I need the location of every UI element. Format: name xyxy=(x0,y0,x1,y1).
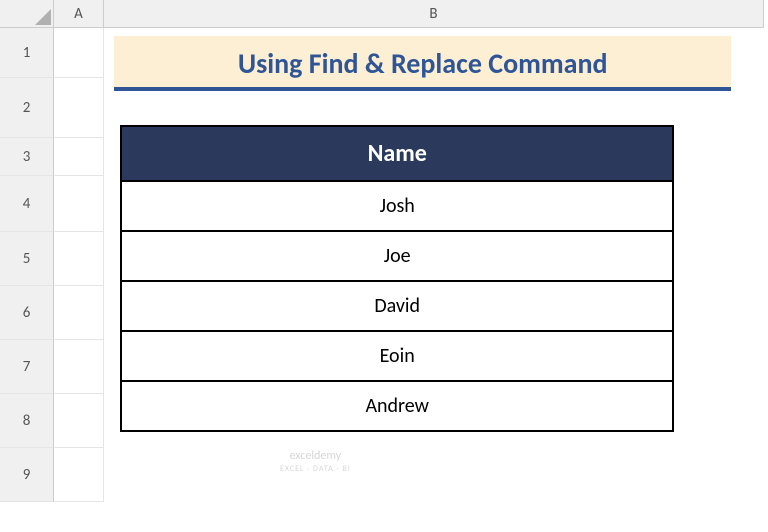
cell-a6[interactable] xyxy=(54,286,104,340)
row-header-7[interactable]: 7 xyxy=(0,340,54,394)
table-header-name[interactable]: Name xyxy=(121,126,673,181)
select-all-triangle-icon xyxy=(35,9,51,25)
page-title: Using Find & Replace Command xyxy=(114,36,731,91)
cell-name-0[interactable]: Josh xyxy=(121,181,673,231)
cell-a2[interactable] xyxy=(54,78,104,138)
names-table: Name Josh Joe David Eoin Andrew xyxy=(120,125,674,432)
row-header-2[interactable]: 2 xyxy=(0,78,54,138)
row-header-5[interactable]: 5 xyxy=(0,232,54,286)
cell-a4[interactable] xyxy=(54,176,104,232)
table-row[interactable]: David xyxy=(121,281,673,331)
table-row[interactable]: Andrew xyxy=(121,381,673,431)
cell-name-4[interactable]: Andrew xyxy=(121,381,673,431)
cell-a3[interactable] xyxy=(54,138,104,176)
cell-name-3[interactable]: Eoin xyxy=(121,331,673,381)
cell-a1[interactable] xyxy=(54,28,104,78)
cell-a9[interactable] xyxy=(54,448,104,502)
row-header-1[interactable]: 1 xyxy=(0,28,54,78)
row-header-8[interactable]: 8 xyxy=(0,394,54,448)
content-region: Using Find & Replace Command Name Josh J… xyxy=(104,28,764,502)
cell-name-1[interactable]: Joe xyxy=(121,231,673,281)
cell-name-2[interactable]: David xyxy=(121,281,673,331)
table-row[interactable]: Josh xyxy=(121,181,673,231)
table-row[interactable]: Eoin xyxy=(121,331,673,381)
spreadsheet-grid: A B 1 Using Find & Replace Command Name … xyxy=(0,0,768,502)
row-header-4[interactable]: 4 xyxy=(0,176,54,232)
watermark: exceldemy EXCEL · DATA · BI xyxy=(280,450,351,474)
row-header-3[interactable]: 3 xyxy=(0,138,54,176)
table-row[interactable]: Joe xyxy=(121,231,673,281)
watermark-sub: EXCEL · DATA · BI xyxy=(280,464,351,474)
select-all-corner[interactable] xyxy=(0,0,54,28)
cell-a5[interactable] xyxy=(54,232,104,286)
column-header-b[interactable]: B xyxy=(104,0,764,28)
row-header-6[interactable]: 6 xyxy=(0,286,54,340)
column-header-a[interactable]: A xyxy=(54,0,104,28)
cell-a7[interactable] xyxy=(54,340,104,394)
cell-a8[interactable] xyxy=(54,394,104,448)
row-header-9[interactable]: 9 xyxy=(0,448,54,502)
watermark-main: exceldemy xyxy=(290,449,342,463)
